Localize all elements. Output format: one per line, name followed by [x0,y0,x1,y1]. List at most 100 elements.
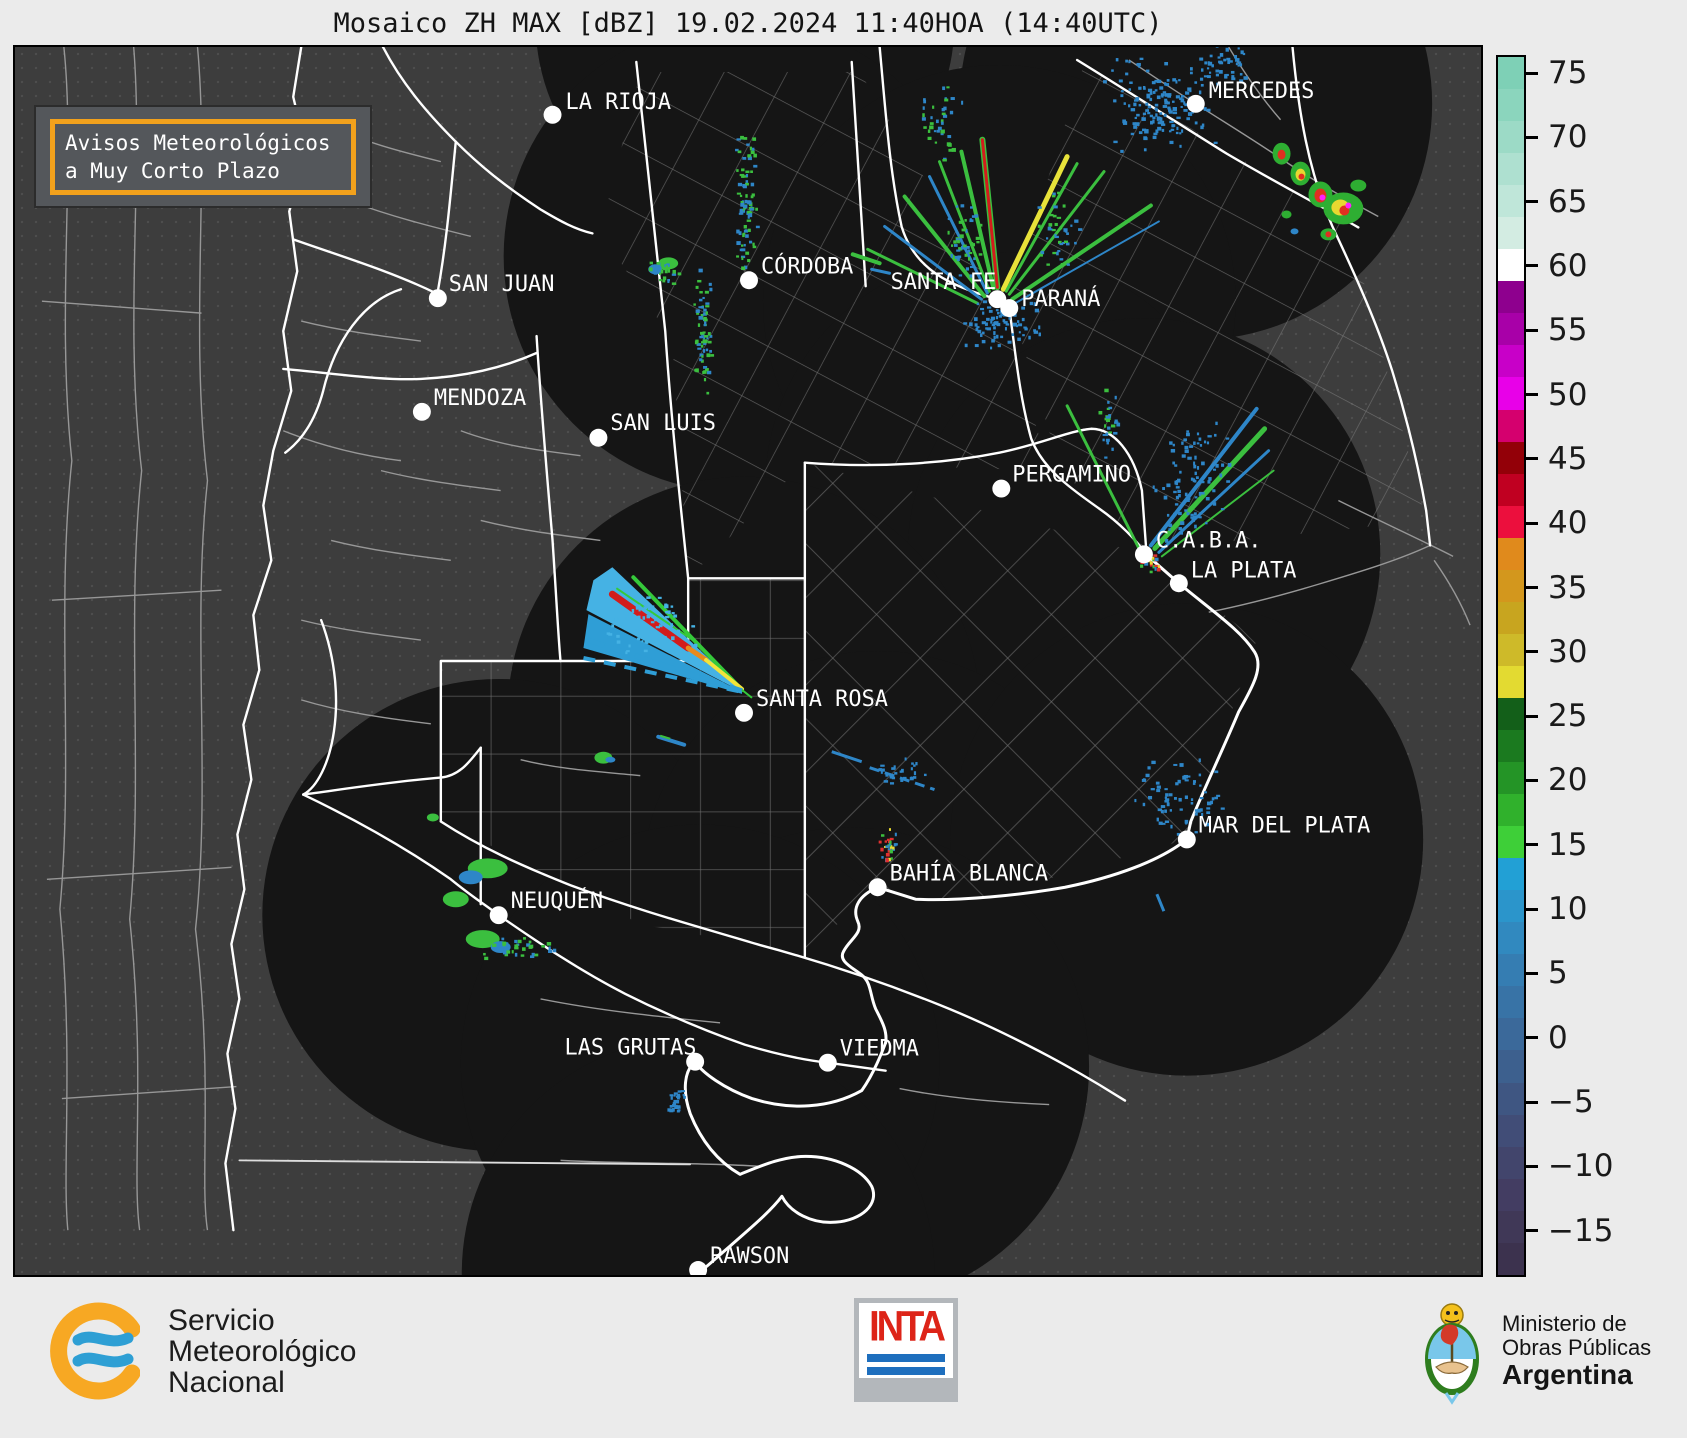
echo-speckle [1153,554,1157,556]
echo-speckle [885,773,888,776]
echo-speckle [1185,493,1188,497]
echo-speckle [951,244,953,247]
colorbar-tick-label: 15 [1548,827,1587,863]
echo-speckle [1226,437,1230,439]
echo-speckle [614,621,618,625]
echo-speckle [1206,807,1210,809]
echo-speckle [1039,333,1041,337]
ministry-wordmark: Ministerio de Obras Públicas Argentina [1502,1312,1651,1390]
argentina-coat-of-arms-icon [1420,1293,1484,1409]
echo-speckle [1012,333,1015,336]
echo-speckle [1019,331,1021,333]
echo-speckle [670,623,673,627]
echo-speckle [1107,401,1109,404]
echo-speckle [708,332,711,336]
inta-wordmark: INTA [869,1303,943,1351]
echo-speckle [1146,94,1150,97]
echo-speckle [1195,812,1198,815]
colorbar-segment-4 [1498,185,1524,217]
echo-speckle [1206,497,1210,500]
echo-speckle [753,165,757,168]
echo-speckle [663,267,666,270]
echo-speckle [1185,449,1189,453]
colorbar-tick [1526,650,1538,653]
echo-speckle [502,942,506,945]
echo-speckle [1169,130,1172,132]
echo-speckle [1223,59,1226,62]
echo-speckle [656,270,660,273]
echo-speckle [978,224,982,227]
echo-speckle [1143,113,1146,115]
echo-speckle [619,622,623,625]
echo-speckle [1179,763,1183,767]
echo-speckle [1125,73,1128,76]
warning-banner[interactable]: Avisos Meteorológicos a Muy Corto Plazo [34,105,372,208]
echo-speckle [705,291,709,294]
echo-speckle [1173,107,1177,111]
echo-speckle [662,636,666,640]
echo-speckle [992,324,996,326]
echo-speckle [656,262,660,265]
echo-speckle [1041,251,1045,254]
echo-speckle [914,771,916,775]
colorbar-tick-label: −10 [1548,1148,1613,1184]
echo-speckle [1202,124,1204,127]
echo-speckle [1200,444,1202,447]
echo-speckle [639,609,641,612]
echo-speckle [1215,70,1219,73]
warning-line-1: Avisos Meteorológicos [65,129,351,157]
echo-speckle [677,630,680,633]
echo-speckle [1204,107,1207,111]
echo-speckle [1129,82,1132,84]
echo-speckle [696,309,700,312]
echo-speckle [942,86,945,90]
echo-speckle [656,626,660,628]
echo-speckle [1057,217,1061,219]
echo-speckle [1163,105,1167,108]
echo-speckle [1193,441,1196,444]
echo-speckle [553,949,556,953]
echo-speckle [1048,223,1052,227]
echo-speckle [743,205,747,208]
colorbar-tick-label: 10 [1548,891,1587,927]
echo-speckle [745,229,748,232]
echo-speckle [1157,818,1159,822]
echo-speckle [1066,232,1069,235]
echo-speckle [924,774,927,776]
echo-speckle [1169,93,1172,96]
echo-speckle [1052,195,1056,197]
echo-speckle [1139,131,1143,134]
colorbar-tick [1526,715,1538,718]
city-dot [819,1054,837,1072]
echo-speckle [1169,121,1173,123]
echo-speckle [1190,72,1193,75]
echo-speckle [743,137,747,140]
echo-speckle [506,950,510,953]
echo-speckle [969,322,973,326]
echo-speckle [744,225,747,229]
colorbar-tick [1526,972,1538,975]
echo-speckle [1216,795,1220,797]
echo-speckle [667,280,669,283]
echo-speckle [1235,58,1239,62]
echo-speckle [1164,62,1168,65]
echo-speckle [895,843,898,845]
echo-speckle [1178,798,1181,802]
echo-speckle [549,946,551,950]
echo-speckle [1183,438,1187,441]
city-dot [735,704,753,722]
echo-speckle [1220,53,1223,57]
echo-speckle [676,1105,680,1108]
echo-speckle [1193,465,1196,469]
echo-speckle [986,318,990,321]
echo-speckle [1240,73,1243,76]
echo-speckle [1070,225,1072,227]
echo-speckle [1155,108,1158,110]
echo-speckle [1171,129,1174,131]
echo-speckle [547,942,551,946]
warning-banner-frame: Avisos Meteorológicos a Muy Corto Plazo [50,119,356,195]
echo-speckle [947,135,951,138]
echo-speckle [1181,95,1185,98]
inta-logo: INTA [854,1298,958,1402]
colorbar-segment-29 [1498,986,1524,1018]
